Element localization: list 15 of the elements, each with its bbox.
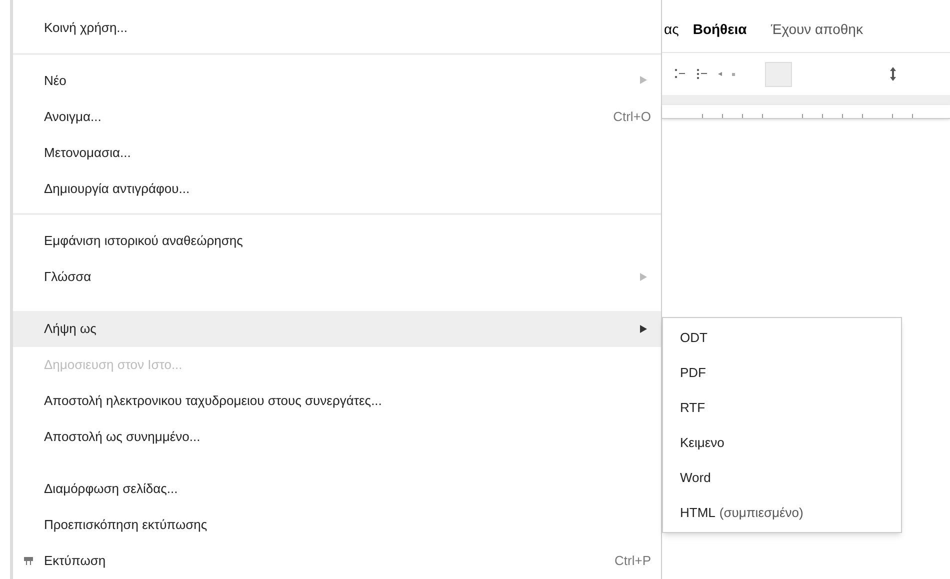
submenu-item[interactable]: PDF (663, 355, 901, 390)
submenu-item[interactable]: ODT (663, 320, 901, 355)
save-status: Έχουν αποθηκ (770, 20, 863, 39)
numbered-list-icon[interactable] (674, 68, 686, 80)
submenu-item[interactable]: RTF (663, 390, 901, 425)
submenu-item[interactable]: HTML (συμπιεσμένο) (663, 495, 901, 530)
bulleted-list-icon[interactable] (696, 68, 708, 80)
line-spacing-icon[interactable] (890, 67, 896, 81)
decrease-indent-icon[interactable] (718, 72, 722, 76)
menu-bar-item[interactable]: ας (664, 19, 679, 40)
menu-item[interactable]: Λήψη ως (13, 310, 661, 347)
menu-bar-item[interactable]: Βοήθεια (692, 19, 747, 40)
printer-icon (24, 557, 33, 565)
submenu-item[interactable]: Κειμενο (663, 425, 901, 460)
submenu-item[interactable]: Word (663, 460, 901, 495)
